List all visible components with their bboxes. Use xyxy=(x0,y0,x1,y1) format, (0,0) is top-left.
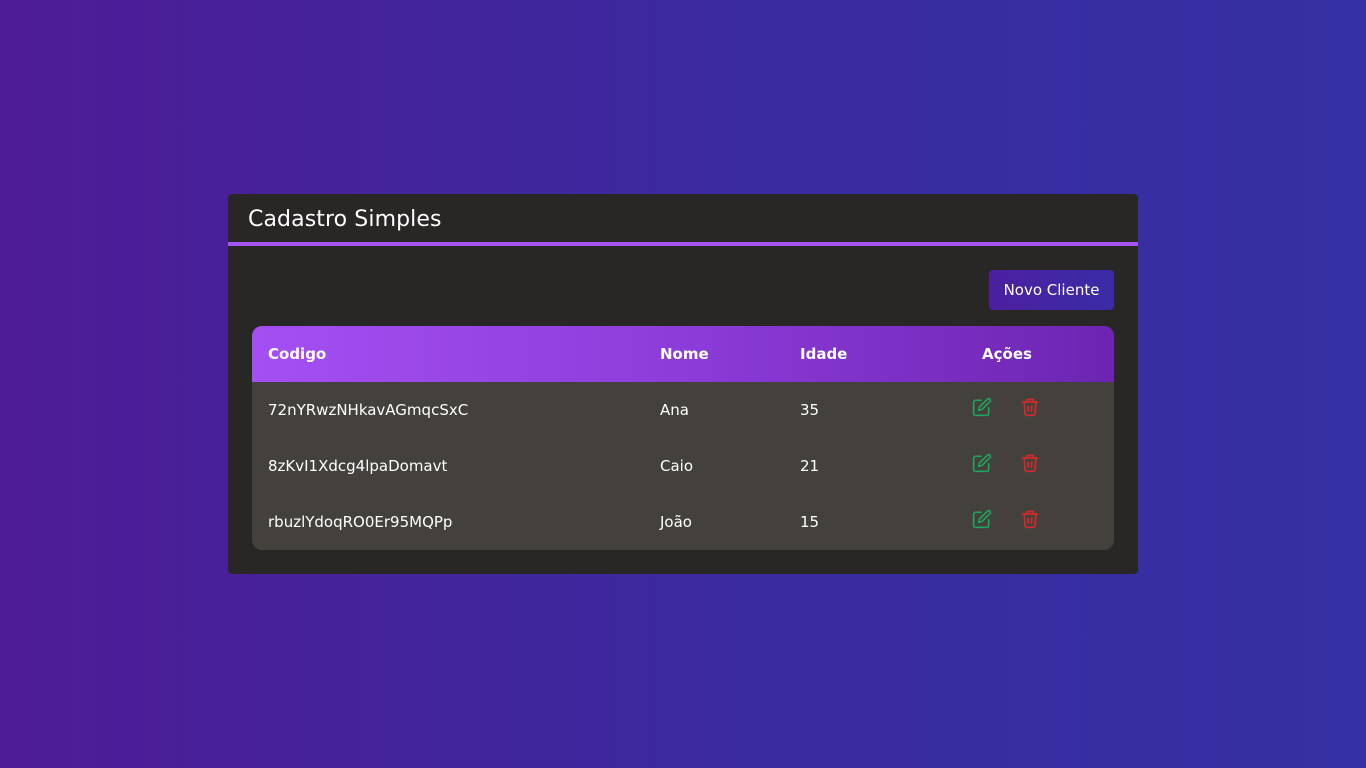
cell-age: 35 xyxy=(800,401,820,419)
cell-actions xyxy=(930,397,1114,418)
column-header-name[interactable]: Nome xyxy=(660,345,800,363)
toolbar: Novo Cliente xyxy=(989,270,1114,310)
table-row: 8zKvI1Xdcg4lpaDomavt Caio 21 xyxy=(252,438,1114,494)
cell-actions xyxy=(930,453,1114,474)
table-header: Codigo Nome Idade Ações xyxy=(252,326,1114,382)
cell-name: Ana xyxy=(660,401,689,419)
card-header: Cadastro Simples xyxy=(228,194,1138,246)
edit-icon[interactable] xyxy=(972,452,992,474)
edit-icon[interactable] xyxy=(972,396,992,418)
trash-icon[interactable] xyxy=(1020,396,1040,418)
cell-code: rbuzlYdoqRO0Er95MQPp xyxy=(268,513,453,531)
cell-actions xyxy=(930,509,1114,530)
cell-age: 21 xyxy=(800,457,820,475)
cell-code: 8zKvI1Xdcg4lpaDomavt xyxy=(268,457,448,475)
column-header-age[interactable]: Idade xyxy=(800,345,930,363)
column-header-actions: Ações xyxy=(982,345,1032,363)
new-client-button[interactable]: Novo Cliente xyxy=(989,270,1114,310)
cell-age: 15 xyxy=(800,513,820,531)
trash-icon[interactable] xyxy=(1020,452,1040,474)
cell-name: João xyxy=(660,513,692,531)
table-row: 72nYRwzNHkavAGmqcSxC Ana 35 xyxy=(252,382,1114,438)
cell-name: Caio xyxy=(660,457,694,475)
cell-code: 72nYRwzNHkavAGmqcSxC xyxy=(268,401,469,419)
clients-table: Codigo Nome Idade Ações 72nYRwzNHkavAGmq… xyxy=(252,326,1114,550)
edit-icon[interactable] xyxy=(972,508,992,530)
trash-icon[interactable] xyxy=(1020,508,1040,530)
column-header-code[interactable]: Codigo xyxy=(252,345,660,363)
main-card: Cadastro Simples Novo Cliente Codigo Nom… xyxy=(228,194,1138,574)
table-row: rbuzlYdoqRO0Er95MQPp João 15 xyxy=(252,494,1114,550)
page-title: Cadastro Simples xyxy=(248,206,442,232)
